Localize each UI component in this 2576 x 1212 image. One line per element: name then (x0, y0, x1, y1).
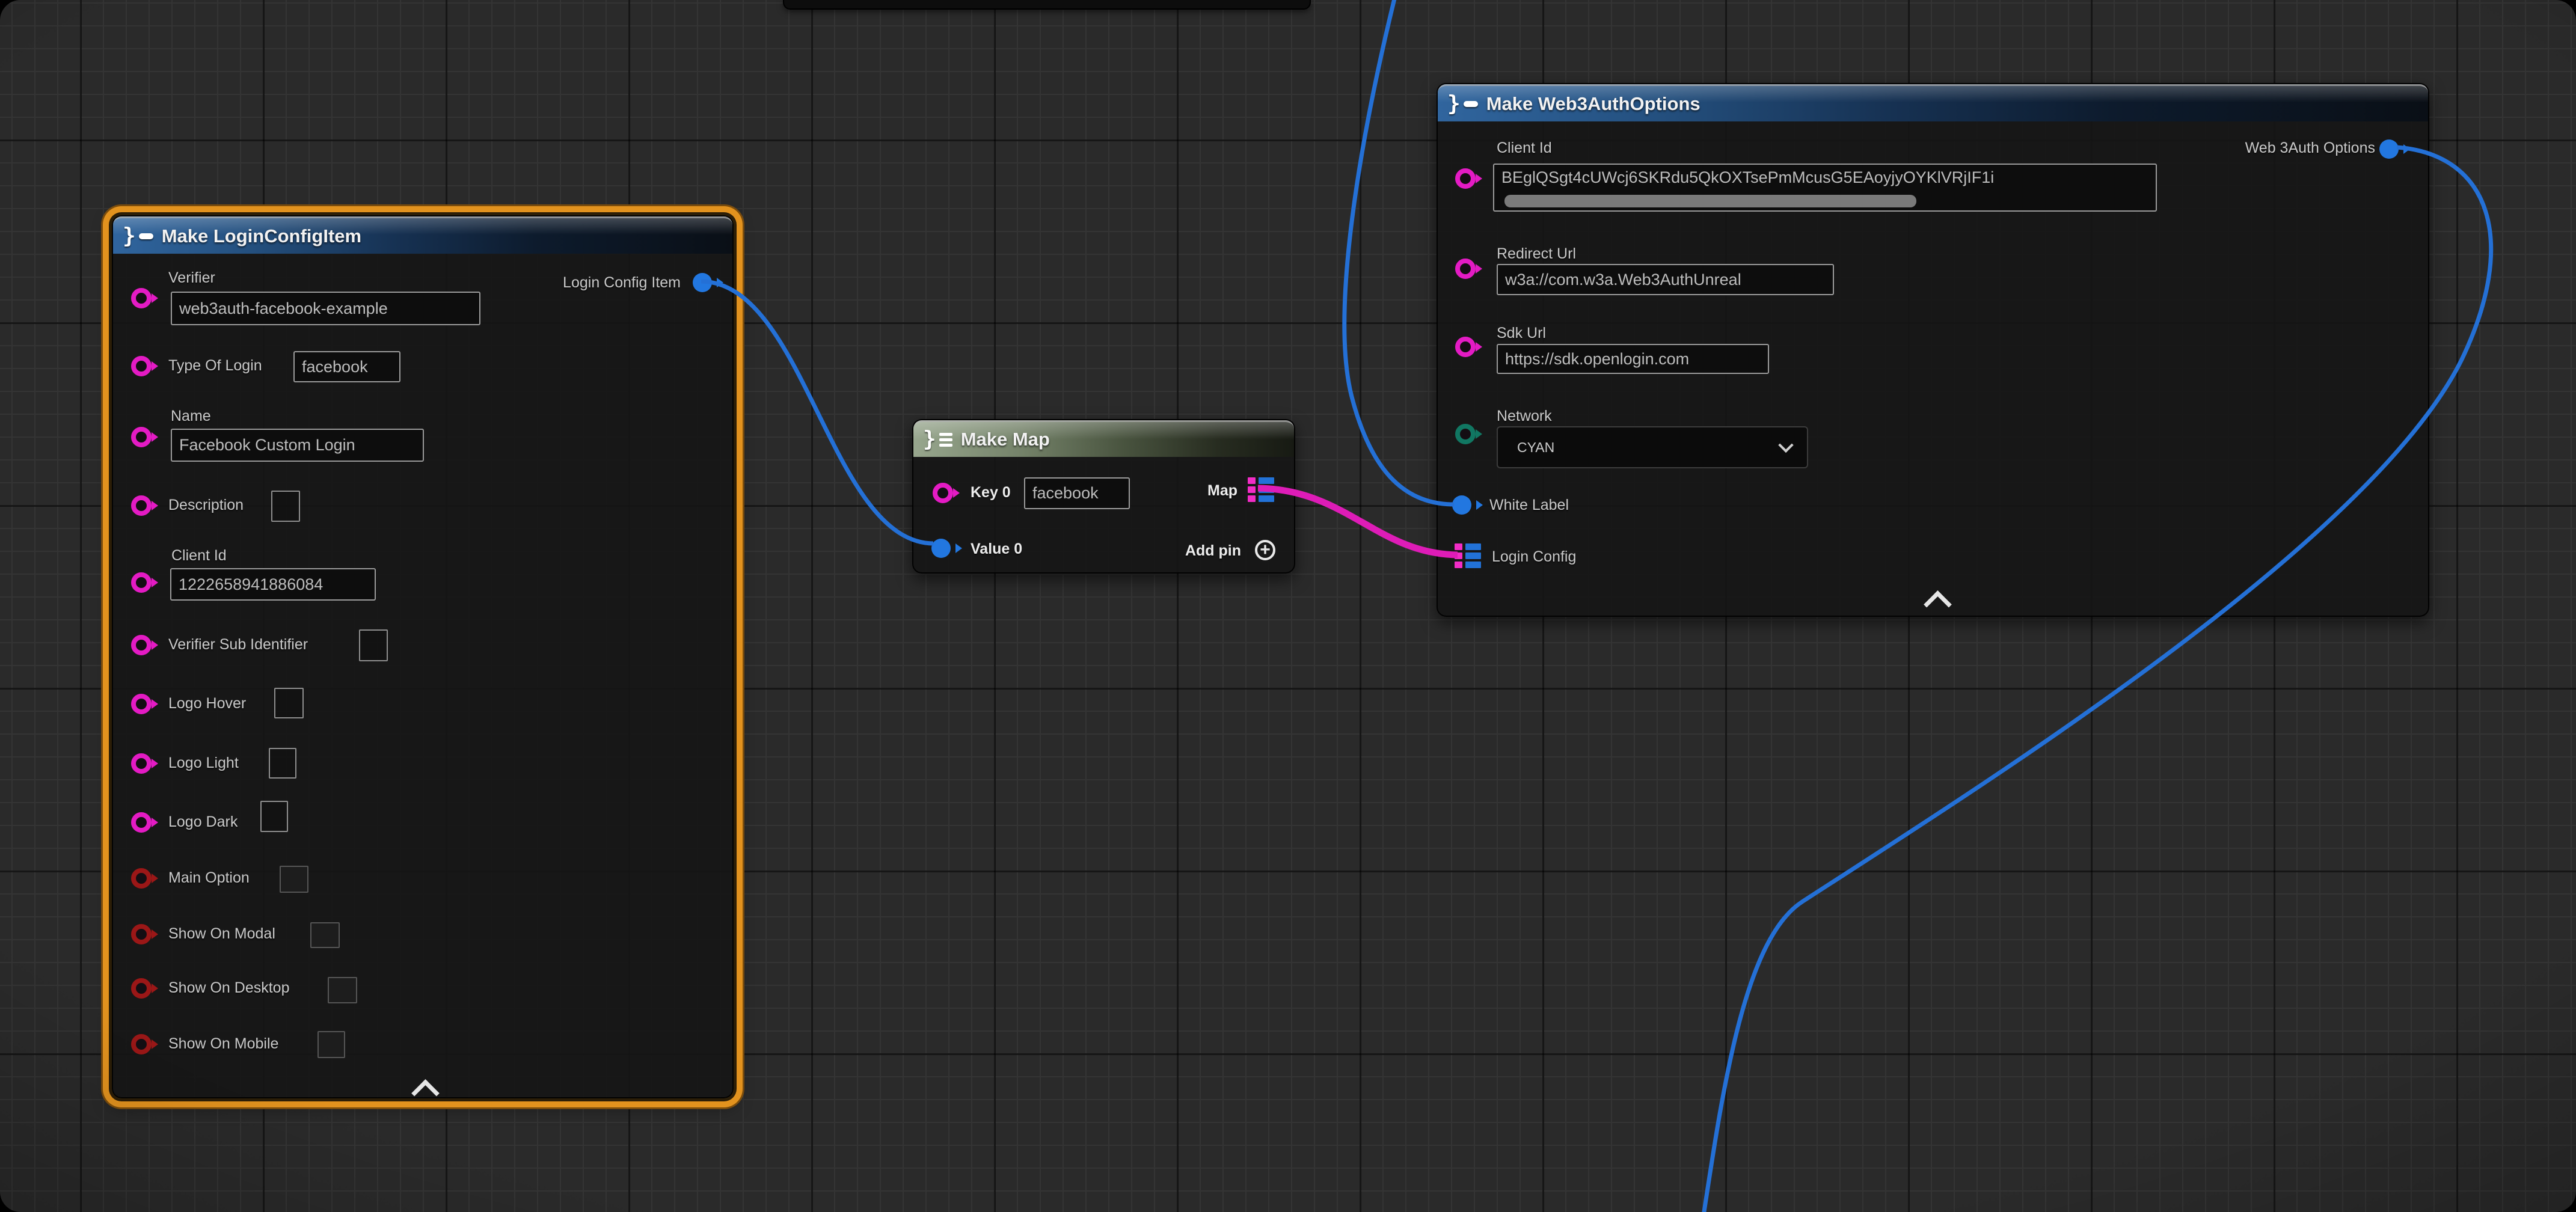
logo-hover-pin[interactable] (131, 694, 152, 714)
offscreen-node-bottom-edge (783, 0, 1311, 10)
map-output-label: Map (1207, 482, 1237, 500)
client-id-label: Client Id (1497, 139, 1552, 157)
redirect-url-pin[interactable] (1455, 259, 1476, 279)
client-id-pin[interactable] (1455, 168, 1476, 189)
network-label: Network (1497, 408, 1552, 425)
verifier-sub-identifier-label: Verifier Sub Identifier (168, 636, 308, 653)
client-id-scrollbar[interactable] (1504, 195, 1916, 207)
add-pin-label[interactable]: Add pin (1185, 542, 1241, 560)
type-of-login-label: Type Of Login (168, 357, 262, 375)
sdk-url-label: Sdk Url (1497, 325, 1546, 342)
node-header[interactable]: } Make LoginConfigItem (113, 216, 732, 254)
main-option-pin[interactable] (131, 868, 152, 889)
show-on-desktop-pin[interactable] (131, 978, 152, 999)
login-config-pin[interactable] (1455, 543, 1481, 568)
collapse-node-chevron[interactable] (1924, 590, 1952, 619)
node-header[interactable]: } Make Web3AuthOptions (1438, 84, 2428, 121)
verifier-pin[interactable] (131, 288, 152, 308)
add-pin-icon[interactable]: + (1255, 540, 1275, 560)
white-label-label: White Label (1489, 497, 1569, 514)
sdk-url-pin[interactable] (1455, 337, 1476, 357)
chevron-down-icon (1778, 438, 1793, 453)
client-id-label: Client Id (171, 547, 227, 565)
description-input[interactable] (271, 491, 300, 522)
blueprint-graph-editor: } Make LoginConfigItem Login Config Item… (0, 0, 2576, 1212)
node-make-map[interactable]: } Make Map Key 0 facebook Map Value 0 Ad… (912, 419, 1295, 574)
output-pin-label: Login Config Item (563, 274, 681, 292)
main-option-checkbox[interactable] (280, 866, 308, 893)
network-pin[interactable] (1455, 424, 1476, 444)
make-struct-icon: } (1447, 93, 1478, 115)
web3auth-options-output-pin[interactable] (2379, 139, 2399, 159)
node-header[interactable]: } Make Map (913, 420, 1294, 457)
redirect-url-label: Redirect Url (1497, 245, 1576, 263)
logo-dark-pin[interactable] (131, 812, 152, 833)
verifier-label: Verifier (168, 269, 215, 287)
main-option-label: Main Option (168, 869, 250, 887)
verifier-input[interactable]: web3auth-facebook-example (171, 292, 480, 325)
verifier-sub-identifier-pin[interactable] (131, 635, 152, 655)
type-of-login-pin[interactable] (131, 356, 152, 376)
logo-dark-input[interactable] (260, 801, 288, 832)
network-selected-value: CYAN (1517, 439, 1554, 456)
logo-light-label: Logo Light (168, 754, 239, 772)
white-label-pin[interactable] (1452, 495, 1471, 515)
name-label: Name (171, 408, 211, 425)
name-input[interactable]: Facebook Custom Login (171, 429, 424, 462)
show-on-modal-label: Show On Modal (168, 925, 275, 943)
logo-light-input[interactable] (269, 748, 296, 779)
output-pin-label: Web 3Auth Options (2245, 139, 2375, 157)
node-make-loginconfigitem[interactable]: } Make LoginConfigItem Login Config Item… (112, 215, 734, 1098)
make-map-icon: } (923, 429, 952, 450)
make-struct-icon: } (123, 225, 153, 247)
key0-input[interactable]: facebook (1024, 477, 1130, 509)
verifier-sub-identifier-input[interactable] (359, 629, 388, 661)
description-label: Description (168, 497, 244, 514)
logo-light-pin[interactable] (131, 753, 152, 774)
description-pin[interactable] (131, 495, 152, 516)
show-on-desktop-label: Show On Desktop (168, 979, 290, 997)
show-on-desktop-checkbox[interactable] (328, 977, 357, 1003)
value0-label: Value 0 (971, 540, 1022, 558)
logo-dark-label: Logo Dark (168, 813, 238, 831)
show-on-modal-checkbox[interactable] (310, 922, 340, 948)
show-on-mobile-checkbox[interactable] (317, 1031, 345, 1058)
client-id-pin[interactable] (131, 572, 152, 593)
show-on-mobile-label: Show On Mobile (168, 1035, 278, 1053)
type-of-login-input[interactable]: facebook (293, 351, 400, 382)
node-title: Make LoginConfigItem (162, 225, 361, 247)
sdk-url-input[interactable]: https://sdk.openlogin.com (1497, 344, 1769, 374)
node-title: Make Map (961, 429, 1050, 450)
logo-hover-label: Logo Hover (168, 695, 246, 712)
network-dropdown[interactable]: CYAN (1497, 426, 1808, 468)
login-config-label: Login Config (1492, 548, 1576, 566)
key0-label: Key 0 (971, 484, 1011, 501)
logo-hover-input[interactable] (274, 688, 304, 718)
node-title: Make Web3AuthOptions (1486, 93, 1700, 115)
redirect-url-input[interactable]: w3a://com.w3a.Web3AuthUnreal (1497, 264, 1834, 295)
name-pin[interactable] (131, 427, 152, 447)
show-on-mobile-pin[interactable] (131, 1034, 152, 1054)
client-id-text: BEglQSgt4cUWcj6SKRdu5QkOXTsePmMcusG5EAoy… (1501, 168, 1994, 187)
node-make-web3authoptions[interactable]: } Make Web3AuthOptions Web 3Auth Options… (1437, 83, 2429, 617)
show-on-modal-pin[interactable] (131, 924, 152, 944)
client-id-input[interactable]: 1222658941886084 (170, 568, 376, 601)
value0-pin[interactable] (931, 539, 951, 558)
key0-pin[interactable] (933, 483, 953, 503)
